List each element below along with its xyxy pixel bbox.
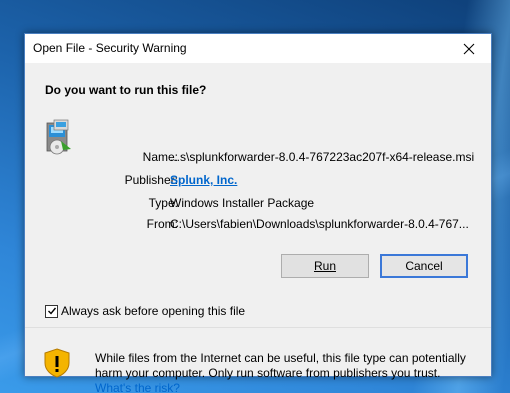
close-button[interactable] [447,34,491,63]
from-value: C:\Users\fabien\Downloads\splunkforwarde… [170,217,469,231]
type-row: Type: Windows Installer Package [25,196,491,214]
security-warning-dialog: Open File - Security Warning Do you want… [24,33,492,393]
always-ask-checkbox-row[interactable]: Always ask before opening this file [45,303,245,319]
warning-message: While files from the Internet can be use… [95,351,485,393]
close-icon [463,43,475,54]
checkmark-icon [47,307,56,315]
run-button-label: Run [313,259,336,273]
cancel-button-label: Cancel [405,259,443,273]
warning-text: While files from the Internet can be use… [95,351,466,380]
cancel-button[interactable]: Cancel [380,254,468,278]
run-button[interactable]: Run [281,254,369,278]
question-heading: Do you want to run this file? [45,83,207,97]
from-row: From: C:\Users\fabien\Downloads\splunkfo… [25,217,491,235]
name-value: ...s\splunkforwarder-8.0.4-767223ac207f-… [170,150,475,164]
dialog-content: Do you want to run this file? Name: ...s… [25,63,491,393]
always-ask-checkbox[interactable] [45,304,58,318]
publisher-link[interactable]: Splunk, Inc. [170,173,237,187]
window-title: Open File - Security Warning [33,41,187,55]
always-ask-label: Always ask before opening this file [61,304,246,318]
warning-footer: While files from the Internet can be use… [25,327,491,393]
title-bar[interactable]: Open File - Security Warning [25,34,491,63]
security-shield-icon [44,348,70,378]
type-value: Windows Installer Package [170,196,315,210]
whats-the-risk-link[interactable]: What's the risk? [95,381,180,393]
publisher-row: Publisher: Splunk, Inc. [25,173,491,191]
name-row: Name: ...s\splunkforwarder-8.0.4-767223a… [25,150,491,168]
